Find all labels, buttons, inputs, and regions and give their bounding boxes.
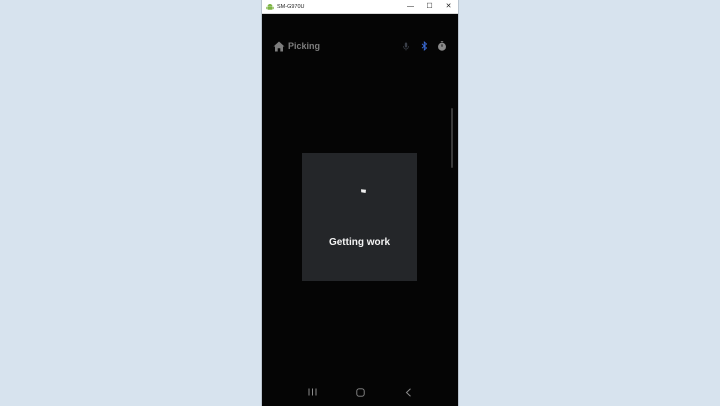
scrollbar[interactable] bbox=[451, 108, 453, 168]
home-nav-icon[interactable] bbox=[353, 385, 367, 399]
page-title: Picking bbox=[288, 41, 321, 51]
timer-icon[interactable] bbox=[437, 41, 447, 51]
device-screen: Picking Getting work bbox=[262, 14, 458, 406]
loading-dialog: Getting work bbox=[302, 153, 417, 281]
back-icon[interactable] bbox=[401, 385, 415, 399]
app-bar: Picking bbox=[262, 34, 458, 58]
android-icon bbox=[266, 3, 274, 11]
recent-apps-icon[interactable] bbox=[305, 385, 319, 399]
minimize-button[interactable]: — bbox=[401, 0, 420, 13]
emulator-window: SM-G970U — ☐ ✕ Picking Getting work bbox=[262, 0, 458, 406]
system-navbar bbox=[262, 378, 458, 406]
home-icon[interactable] bbox=[273, 41, 285, 52]
maximize-button[interactable]: ☐ bbox=[420, 0, 439, 13]
loading-spinner-icon bbox=[361, 180, 366, 193]
window-titlebar[interactable]: SM-G970U — ☐ ✕ bbox=[262, 0, 458, 14]
microphone-icon[interactable] bbox=[401, 41, 411, 51]
bluetooth-icon[interactable] bbox=[419, 41, 429, 51]
window-title: SM-G970U bbox=[277, 3, 305, 10]
close-button[interactable]: ✕ bbox=[439, 0, 458, 13]
loading-message: Getting work bbox=[328, 237, 391, 248]
